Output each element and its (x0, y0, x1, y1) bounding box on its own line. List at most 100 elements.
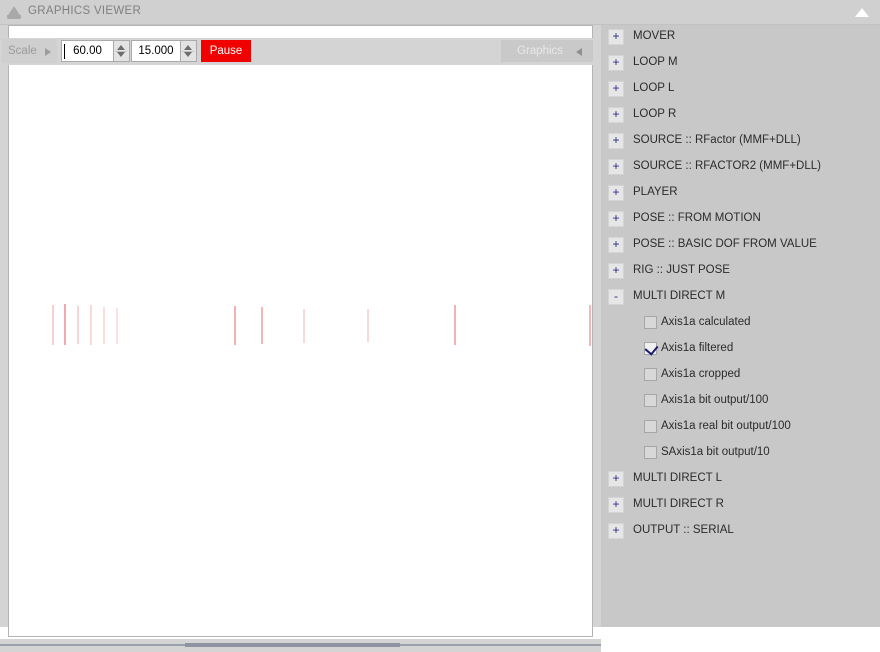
expand-icon[interactable]: + (608, 471, 624, 487)
expand-icon[interactable]: + (608, 81, 624, 97)
checkbox-saxis1a-bit-output[interactable] (644, 446, 657, 459)
tree-item-label: MULTI DIRECT R (633, 498, 724, 510)
checkbox-axis1a-bit-output[interactable] (644, 394, 657, 407)
expand-icon[interactable]: + (608, 237, 624, 253)
checkbox-axis1a-filtered[interactable] (644, 341, 659, 356)
tree-item-label: POSE :: BASIC DOF FROM VALUE (633, 238, 817, 250)
time-input-value: 15.000 (138, 45, 174, 57)
tree-item-label: MOVER (633, 30, 676, 42)
tree-item-label: MULTI DIRECT M (633, 290, 726, 302)
checkbox-label: Axis1a filtered (661, 342, 734, 354)
tree-item-player[interactable]: + PLAYER (601, 181, 880, 207)
plot-trace-line (103, 307, 105, 344)
tree-item-label: RIG :: JUST POSE (633, 264, 730, 276)
plot-area[interactable] (8, 65, 593, 637)
tree-item-loop-m[interactable]: + LOOP M (601, 51, 880, 77)
tree-item-pose-basic-dof[interactable]: + POSE :: BASIC DOF FROM VALUE (601, 233, 880, 259)
scrollbar-thumb[interactable] (185, 643, 400, 647)
expand-icon[interactable]: + (608, 159, 624, 175)
plot-trace-line (52, 305, 54, 345)
plot-trace-line (116, 308, 118, 344)
expand-icon[interactable]: + (608, 107, 624, 123)
tree-item-loop-l[interactable]: + LOOP L (601, 77, 880, 103)
chevron-up-icon[interactable] (852, 4, 872, 21)
checkbox-axis1a-real-bit-output[interactable] (644, 420, 657, 433)
tree-item-label: OUTPUT :: SERIAL (633, 524, 734, 536)
graphics-viewer-window: GRAPHICS VIEWER Scale 60.00 15.000 Pause… (0, 0, 880, 652)
tree-item-label: LOOP M (633, 56, 678, 68)
expand-icon[interactable]: + (608, 29, 624, 45)
window-title: GRAPHICS VIEWER (28, 5, 142, 17)
module-tree-panel[interactable]: + MOVER + LOOP M + LOOP L + LOOP R + SOURCE :: RF… (601, 25, 880, 627)
time-input[interactable]: 15.000 (131, 40, 181, 62)
graphics-button[interactable]: Graphics (501, 40, 593, 62)
expand-icon[interactable]: + (608, 263, 624, 279)
plot-canvas (9, 65, 592, 635)
pause-button[interactable]: Pause (201, 40, 251, 62)
tree-item-label: LOOP L (633, 82, 675, 94)
spinner-up-icon[interactable] (184, 45, 192, 50)
expand-icon[interactable]: + (608, 497, 624, 513)
plot-trace-line (367, 309, 369, 342)
checkbox-label: Axis1a real bit output/100 (661, 420, 791, 432)
scale-input-value: 60.00 (73, 45, 102, 57)
plot-trace-line (303, 309, 305, 343)
scale-input[interactable]: 60.00 (61, 40, 114, 62)
tree-item-loop-r[interactable]: + LOOP R (601, 103, 880, 129)
plot-toolbar: Scale 60.00 15.000 Pause Graphics (0, 39, 601, 65)
check-icon (644, 341, 659, 356)
tree-checkbox-row-saxis1a-bit-output[interactable]: SAxis1a bit output/10 (601, 441, 880, 467)
checkbox-axis1a-cropped[interactable] (644, 368, 657, 381)
tree-item-label: POSE :: FROM MOTION (633, 212, 761, 224)
tree-item-label: PLAYER (633, 186, 678, 198)
scale-stepper[interactable] (114, 40, 130, 62)
plot-top-band (8, 25, 593, 38)
tree-item-source-rfactor[interactable]: + SOURCE :: RFactor (MMF+DLL) (601, 129, 880, 155)
pentagon-logo-icon (6, 4, 23, 21)
horizontal-scrollbar[interactable] (0, 639, 601, 652)
tree-item-rig-just-pose[interactable]: + RIG :: JUST POSE (601, 259, 880, 285)
tree-checkbox-row-axis1a-filtered[interactable]: Axis1a filtered (601, 337, 880, 363)
expand-icon[interactable]: + (608, 185, 624, 201)
expand-icon[interactable]: + (608, 523, 624, 539)
plot-trace-line (454, 305, 456, 345)
checkbox-label: Axis1a bit output/100 (661, 394, 769, 406)
spinner-down-icon[interactable] (184, 52, 192, 57)
tree-item-source-rfactor2[interactable]: + SOURCE :: RFACTOR2 (MMF+DLL) (601, 155, 880, 181)
tree-checkbox-row-axis1a-cropped[interactable]: Axis1a cropped (601, 363, 880, 389)
scale-button[interactable]: Scale (2, 39, 57, 63)
plot-trace-line (64, 304, 66, 345)
scale-button-label: Scale (8, 45, 37, 57)
expand-icon[interactable]: + (608, 211, 624, 227)
time-stepper[interactable] (181, 40, 197, 62)
tree-checkbox-row-axis1a-calculated[interactable]: Axis1a calculated (601, 311, 880, 337)
tree-item-multi-direct-r[interactable]: + MULTI DIRECT R (601, 493, 880, 519)
tree-item-label: MULTI DIRECT L (633, 472, 723, 484)
plot-trace-line (234, 306, 236, 345)
pause-button-label: Pause (209, 45, 243, 57)
plot-trace-line (589, 305, 591, 346)
spinner-up-icon[interactable] (117, 45, 125, 50)
checkbox-label: Axis1a calculated (661, 316, 751, 328)
chevron-right-icon (45, 48, 51, 56)
tree-item-output-serial[interactable]: + OUTPUT :: SERIAL (601, 519, 880, 545)
tree-checkbox-row-axis1a-real-bit-output[interactable]: Axis1a real bit output/100 (601, 415, 880, 441)
title-bar: GRAPHICS VIEWER (0, 0, 880, 25)
plot-pane: Scale 60.00 15.000 Pause Graphics (0, 25, 601, 652)
checkbox-axis1a-calculated[interactable] (644, 316, 657, 329)
checkbox-label: Axis1a cropped (661, 368, 741, 380)
tree-item-mover[interactable]: + MOVER (601, 25, 880, 51)
text-caret (64, 44, 65, 59)
checkbox-label: SAxis1a bit output/10 (661, 446, 770, 458)
expand-icon[interactable]: + (608, 133, 624, 149)
toolbar-strip: Scale 60.00 15.000 Pause Graphics (0, 25, 601, 65)
spinner-down-icon[interactable] (117, 52, 125, 57)
expand-icon[interactable]: + (608, 55, 624, 71)
collapse-icon[interactable]: - (608, 289, 624, 305)
plot-trace-line (261, 307, 263, 344)
tree-item-pose-from-motion[interactable]: + POSE :: FROM MOTION (601, 207, 880, 233)
tree-item-multi-direct-m[interactable]: - MULTI DIRECT M (601, 285, 880, 311)
tree-item-multi-direct-l[interactable]: + MULTI DIRECT L (601, 467, 880, 493)
tree-checkbox-row-axis1a-bit-output[interactable]: Axis1a bit output/100 (601, 389, 880, 415)
tree-item-label: SOURCE :: RFactor (MMF+DLL) (633, 134, 801, 146)
